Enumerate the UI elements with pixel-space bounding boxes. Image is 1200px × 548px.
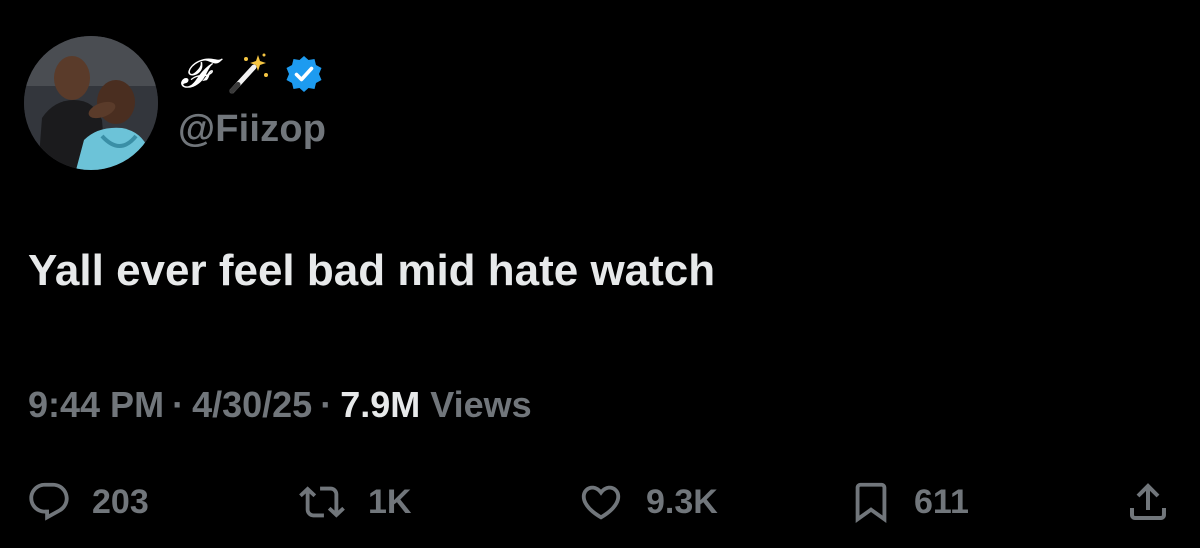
views-label[interactable]: Views bbox=[430, 384, 531, 426]
bookmark-count: 611 bbox=[914, 482, 969, 521]
repost-count: 1K bbox=[368, 482, 412, 521]
tweet-time[interactable]: 9:44 PM bbox=[28, 384, 164, 426]
tweet-date[interactable]: 4/30/25 bbox=[192, 384, 312, 426]
bookmark-icon bbox=[848, 479, 894, 525]
meta-separator: · bbox=[320, 384, 333, 425]
repost-icon bbox=[296, 479, 348, 525]
like-button[interactable]: 9.3K bbox=[576, 474, 718, 530]
reply-icon bbox=[26, 479, 72, 525]
bookmark-button[interactable]: 611 bbox=[848, 474, 969, 530]
user-handle[interactable]: @Fiizop bbox=[178, 108, 326, 151]
display-name[interactable]: 𝓕 bbox=[180, 48, 324, 100]
share-button[interactable] bbox=[1124, 474, 1172, 530]
verified-badge-icon[interactable] bbox=[284, 54, 324, 94]
avatar[interactable] bbox=[24, 36, 158, 170]
tweet-card: 𝓕 @Fiizop Yall ever feel bad mid hate wa… bbox=[0, 0, 1200, 548]
display-name-glyph: 𝓕 bbox=[180, 51, 210, 97]
magic-wand-icon bbox=[224, 51, 270, 97]
tweet-meta: 9:44 PM · 4/30/25 · 7.9M Views bbox=[28, 384, 532, 426]
like-count: 9.3K bbox=[646, 482, 718, 521]
reply-count: 203 bbox=[92, 482, 149, 521]
views-count[interactable]: 7.9M bbox=[340, 384, 420, 426]
reply-button[interactable]: 203 bbox=[26, 474, 149, 530]
action-bar: 203 1K 9.3K 611 bbox=[0, 474, 1200, 530]
tweet-text: Yall ever feel bad mid hate watch bbox=[28, 246, 716, 295]
heart-icon bbox=[576, 479, 626, 525]
share-icon bbox=[1124, 478, 1172, 526]
meta-separator: · bbox=[172, 384, 185, 425]
repost-button[interactable]: 1K bbox=[296, 474, 411, 530]
avatar-photo bbox=[24, 36, 158, 170]
